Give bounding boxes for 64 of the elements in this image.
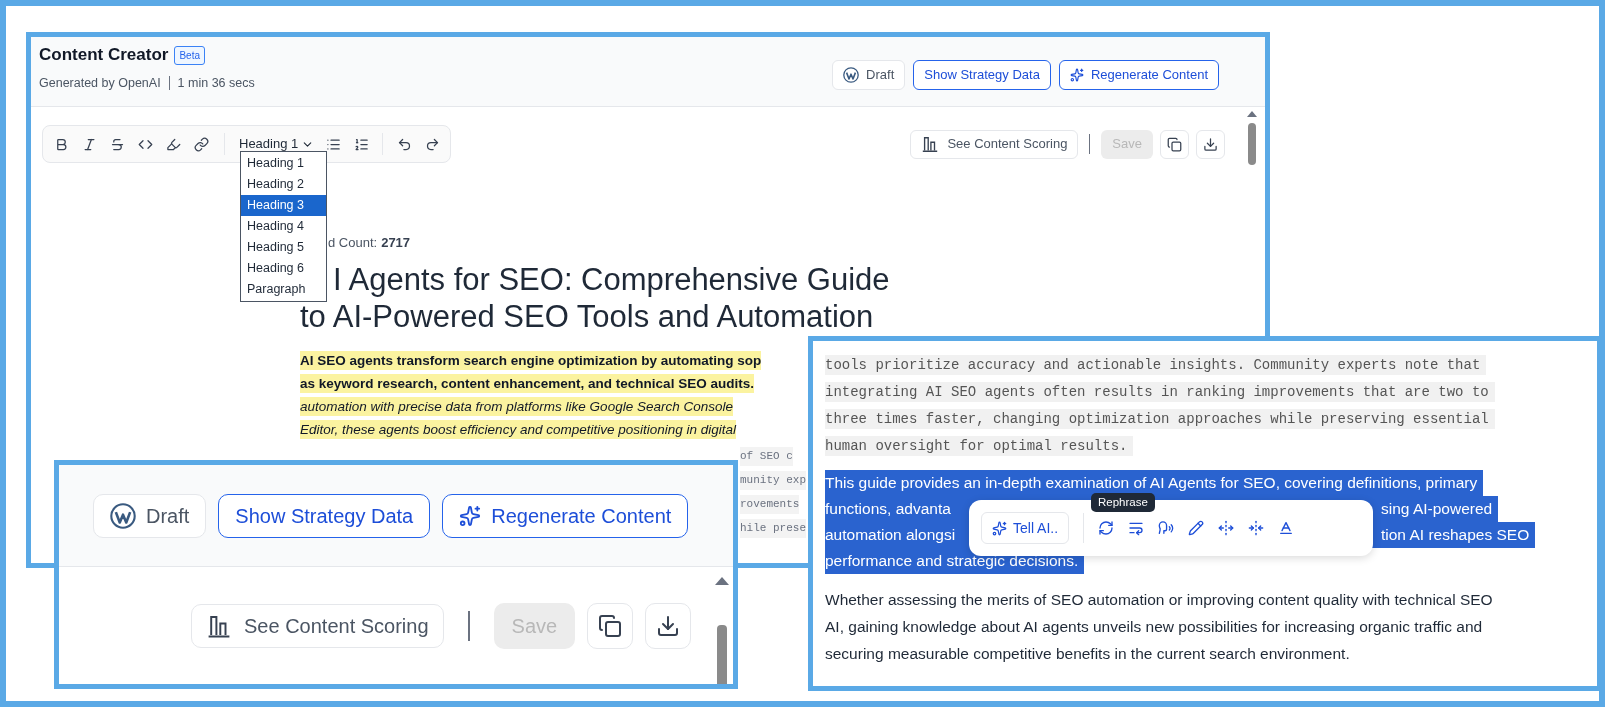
sparkle-icon xyxy=(992,520,1007,536)
sparkle-icon xyxy=(1069,67,1084,82)
copy-icon xyxy=(598,613,623,638)
strategy-data-button[interactable]: Show Strategy Data xyxy=(913,59,1051,90)
shrink-icon[interactable] xyxy=(1248,520,1265,536)
heading-option[interactable]: Heading 3 xyxy=(241,195,326,216)
generator-label: Generated by OpenAI xyxy=(39,74,161,92)
selected-text-line: sing AI-powered xyxy=(1381,499,1493,519)
rephrase-tooltip: Rephrase xyxy=(1091,493,1155,512)
link-icon xyxy=(193,136,209,152)
selected-text-line: tion AI reshapes SEO xyxy=(1381,525,1530,545)
download-icon xyxy=(656,613,681,638)
code-text-fragment: rovements xyxy=(740,495,800,514)
heading-option[interactable]: Heading 6 xyxy=(241,258,326,279)
duration-label: 1 min 36 secs xyxy=(177,74,255,92)
wordpress-icon xyxy=(843,66,860,83)
heading-option[interactable]: Heading 2 xyxy=(241,174,326,195)
body-paragraph: Whether assessing the merits of SEO automation or improving content quality with technical SEO AI, gaining knowledge about AI agents unveils new possibilities for increasing organic traffic and securing measurable competitive benefits in the current search environment. xyxy=(825,590,1494,664)
word-count-label: d Count: xyxy=(328,234,378,252)
app-title: Content Creator xyxy=(39,44,169,67)
draft-button[interactable]: Draft xyxy=(832,59,906,90)
download-button[interactable] xyxy=(645,602,692,649)
content-scoring-button[interactable]: See Content Scoring xyxy=(910,129,1079,159)
download-button[interactable] xyxy=(1196,129,1225,159)
heading-option[interactable]: Heading 5 xyxy=(241,237,326,258)
strategy-data-button[interactable]: Show Strategy Data xyxy=(218,493,431,538)
download-icon xyxy=(1203,136,1218,152)
pencil-icon[interactable] xyxy=(1188,520,1205,536)
code-text-fragment: munity exp xyxy=(740,471,806,490)
strikethrough-icon xyxy=(109,136,125,152)
copy-button[interactable] xyxy=(1160,129,1189,159)
regenerate-button[interactable]: Regenerate Content xyxy=(442,493,689,538)
heading-option[interactable]: Paragraph xyxy=(241,279,326,300)
text-color-icon[interactable] xyxy=(1278,520,1295,536)
undo-icon xyxy=(396,136,412,152)
regenerate-button[interactable]: Regenerate Content xyxy=(1058,59,1219,90)
copy-icon xyxy=(1167,136,1182,152)
redo-icon xyxy=(424,136,440,152)
code-text-fragment: of SEO c xyxy=(740,447,793,466)
article-heading: I Agents for SEO: Comprehensive Guide xyxy=(333,261,890,298)
highlighter-icon xyxy=(165,136,181,152)
copy-button[interactable] xyxy=(587,602,634,649)
wrap-text-icon[interactable] xyxy=(1128,520,1145,536)
italic-icon xyxy=(81,136,97,152)
code-text-fragment: hile prese xyxy=(740,519,806,538)
bar-chart-icon xyxy=(921,135,940,153)
numbered-list-icon xyxy=(353,136,369,152)
tell-ai-button[interactable]: Tell AI.. xyxy=(981,512,1070,544)
bullet-list-icon xyxy=(325,136,341,152)
word-count-value: 2717 xyxy=(381,234,411,252)
heading-option[interactable]: Heading 4 xyxy=(241,216,326,237)
selected-text-line: functions, advanta xyxy=(825,500,951,517)
beta-badge: Beta xyxy=(174,45,205,65)
expand-icon[interactable] xyxy=(1218,520,1235,536)
heading-select[interactable]: Heading 1 xyxy=(235,134,319,154)
selected-text-line: automation alongsi xyxy=(825,526,956,543)
heading-option[interactable]: Heading 1 xyxy=(241,153,326,174)
article-heading: to AI-Powered SEO Tools and Automation xyxy=(300,298,874,335)
sparkle-icon xyxy=(459,504,482,527)
content-scoring-button[interactable]: See Content Scoring xyxy=(191,603,444,648)
wordpress-icon xyxy=(110,502,136,529)
draft-button[interactable]: Draft xyxy=(93,493,207,538)
rephrase-icon[interactable] xyxy=(1098,520,1115,536)
speech-icon[interactable] xyxy=(1158,520,1175,536)
